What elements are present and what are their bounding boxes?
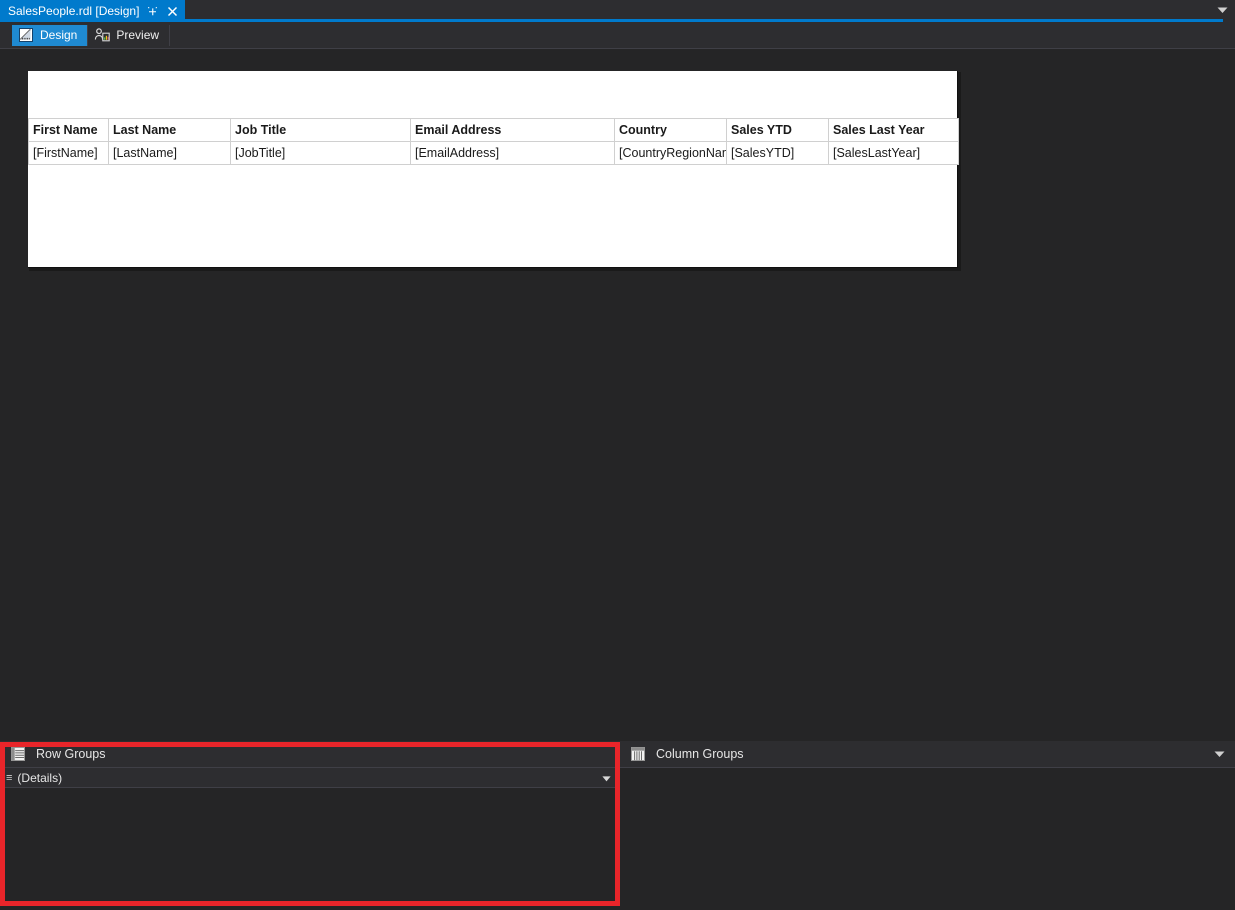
row-group-item-details[interactable]: ≡ (Details): [0, 768, 620, 788]
design-ruler-icon: [18, 27, 34, 43]
pin-icon[interactable]: [146, 5, 159, 18]
tab-preview[interactable]: Preview: [88, 24, 171, 46]
row-groups-pane[interactable]: Row Groups ≡ (Details): [0, 741, 620, 910]
tablix-header-row[interactable]: First Name Last Name Job Title Email Addres…: [28, 118, 959, 142]
tablix-detail-cell[interactable]: [FirstName]: [28, 141, 109, 165]
column-groups-body[interactable]: [620, 768, 1235, 910]
tablix-detail-cell[interactable]: [JobTitle]: [230, 141, 411, 165]
tablix-header-cell[interactable]: Sales YTD: [726, 118, 829, 142]
row-groups-body[interactable]: ≡ (Details): [0, 768, 620, 910]
tablix-table[interactable]: First Name Last Name Job Title Email Addres…: [28, 118, 959, 165]
report-design-surface[interactable]: First Name Last Name Job Title Email Addres…: [0, 49, 1235, 741]
close-icon[interactable]: [166, 5, 179, 18]
column-groups-title: Column Groups: [656, 746, 744, 761]
column-groups-icon: [630, 746, 646, 762]
drag-grip-icon[interactable]: ≡: [6, 768, 12, 788]
tablix-header-cell[interactable]: Last Name: [108, 118, 231, 142]
report-body-canvas[interactable]: First Name Last Name Job Title Email Addres…: [28, 71, 959, 268]
column-groups-pane[interactable]: Column Groups: [620, 741, 1235, 910]
document-tab-title: SalesPeople.rdl [Design]: [8, 4, 140, 18]
tablix-header-cell[interactable]: Job Title: [230, 118, 411, 142]
tablix-detail-row[interactable]: [FirstName] [LastName] [JobTitle] [EmailAdd…: [28, 141, 959, 165]
row-group-label: (Details): [17, 770, 63, 785]
view-mode-toolbar: Design Preview: [0, 22, 1235, 49]
row-groups-header: Row Groups: [0, 741, 620, 768]
tablix-detail-cell[interactable]: [CountryRegionName]: [614, 141, 727, 165]
tab-design[interactable]: Design: [12, 24, 89, 46]
tab-design-label: Design: [40, 27, 78, 42]
grouping-panes-region: Row Groups ≡ (Details) Column Groups: [0, 741, 1235, 910]
tablix-header-cell[interactable]: Country: [614, 118, 727, 142]
tablix-detail-cell[interactable]: [SalesLastYear]: [828, 141, 959, 165]
tablix-header-cell[interactable]: Sales Last Year: [828, 118, 959, 142]
tablix-header-cell[interactable]: First Name: [28, 118, 109, 142]
document-tab-salespeople[interactable]: SalesPeople.rdl [Design]: [0, 0, 186, 22]
tablix-header-cell[interactable]: Email Address: [410, 118, 615, 142]
tablix-detail-cell[interactable]: [SalesYTD]: [726, 141, 829, 165]
document-tab-strip: SalesPeople.rdl [Design]: [0, 0, 1235, 22]
column-groups-header: Column Groups: [620, 741, 1235, 768]
tablix-detail-cell[interactable]: [EmailAddress]: [410, 141, 615, 165]
tab-preview-label: Preview: [116, 27, 160, 42]
row-groups-title: Row Groups: [36, 746, 106, 761]
preview-report-icon: [94, 27, 111, 43]
chevron-down-icon[interactable]: [1215, 3, 1229, 17]
chevron-down-icon[interactable]: [1213, 748, 1225, 760]
row-groups-icon: [10, 746, 26, 762]
tablix-detail-cell[interactable]: [LastName]: [108, 141, 231, 165]
chevron-down-icon[interactable]: [601, 773, 612, 784]
